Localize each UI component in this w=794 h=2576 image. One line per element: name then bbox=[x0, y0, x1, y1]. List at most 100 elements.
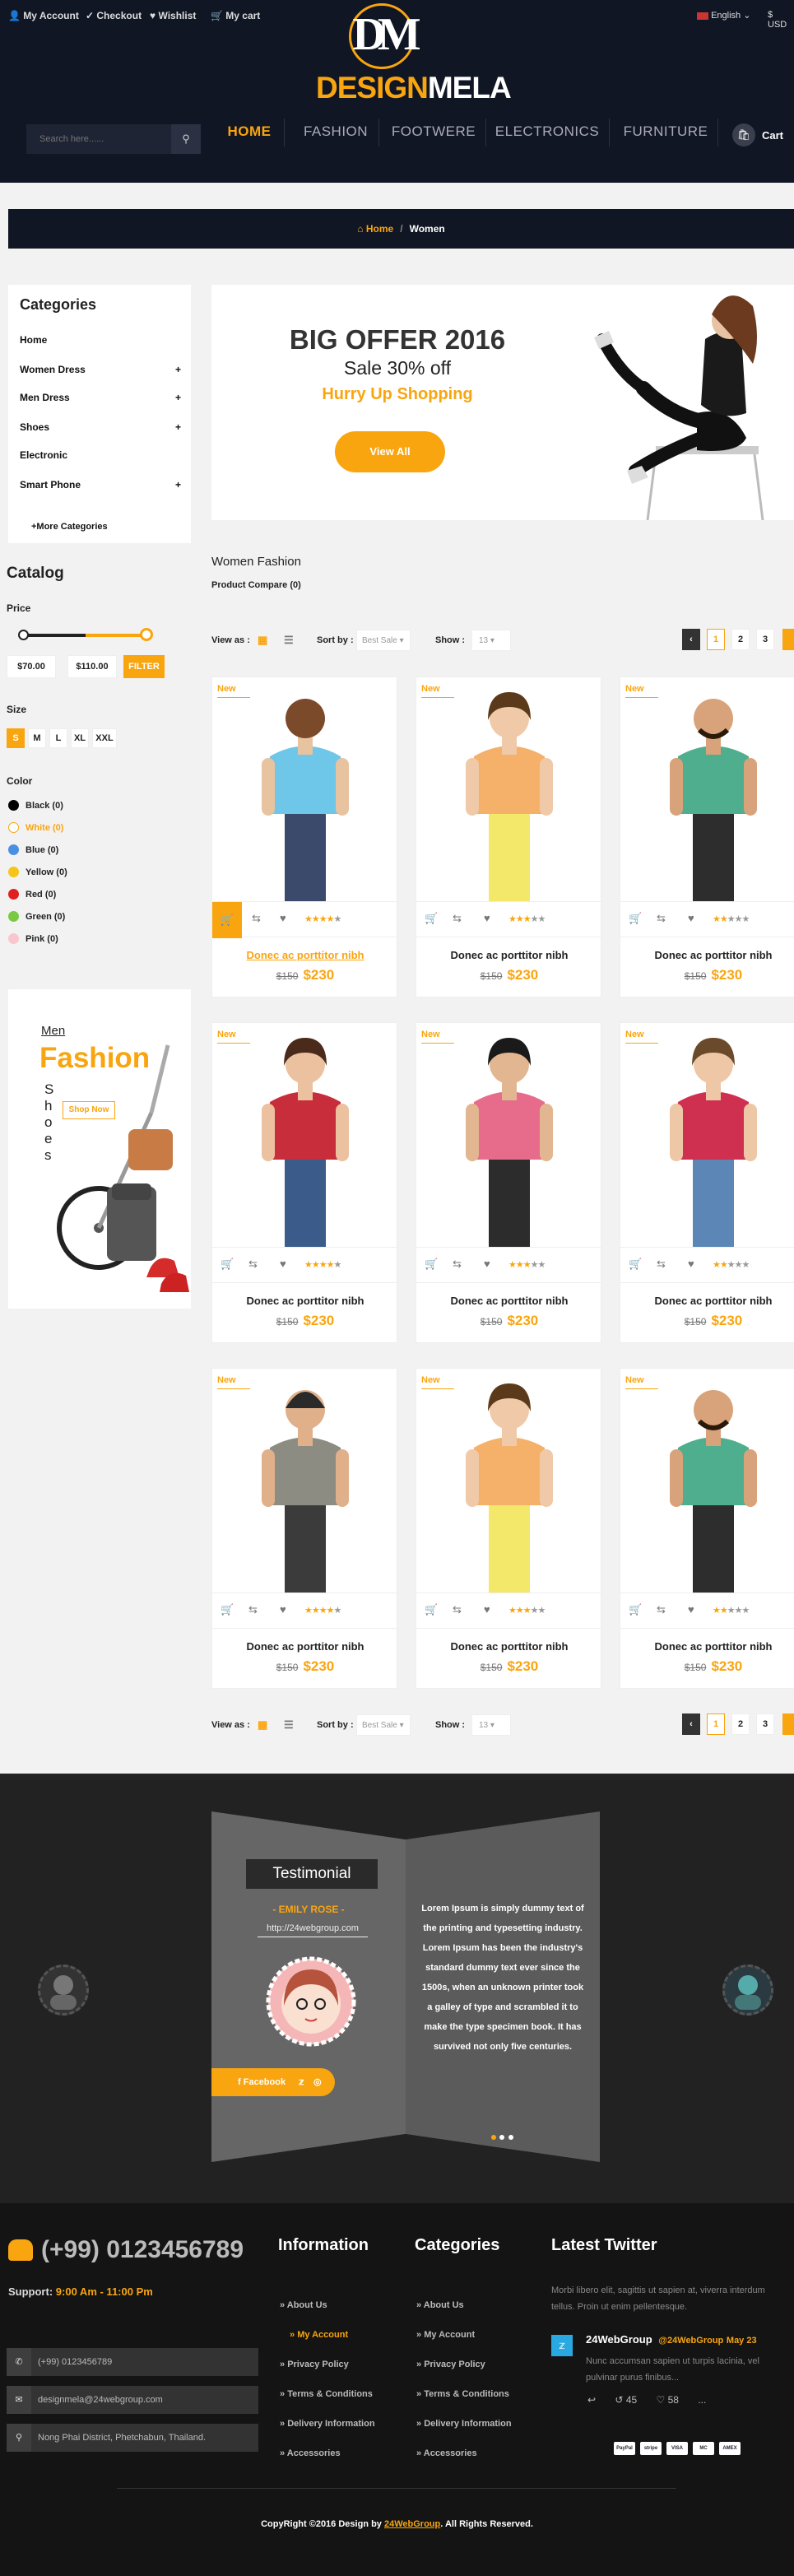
footer-link[interactable]: » Privacy Policy bbox=[416, 2360, 485, 2369]
product-image[interactable] bbox=[237, 1028, 374, 1247]
breadcrumb-home-link[interactable]: ⌂ Home bbox=[357, 223, 393, 235]
currency-select[interactable]: $ USD bbox=[768, 10, 794, 30]
copyright-brand-link[interactable]: 24WebGroup bbox=[384, 2519, 440, 2529]
list-view-icon[interactable]: ☰ bbox=[284, 1718, 294, 1732]
compare-button[interactable]: ⇆ bbox=[657, 1258, 666, 1271]
page-1-button[interactable]: 1 bbox=[707, 1713, 725, 1735]
nav-item-footwere[interactable]: FOOTWERE bbox=[380, 123, 487, 140]
product-name[interactable]: Donec ac porttitor nibh bbox=[212, 949, 398, 961]
footer-link[interactable]: » My Account bbox=[416, 2330, 475, 2340]
next-page-button[interactable] bbox=[782, 1713, 794, 1735]
add-to-cart-button[interactable]: 🛒 bbox=[629, 912, 642, 925]
nav-item-furniture[interactable]: FURNITURE bbox=[612, 123, 719, 140]
footer-link[interactable]: » About Us bbox=[416, 2300, 464, 2310]
footer-link[interactable]: » Terms & Conditions bbox=[280, 2389, 373, 2399]
expand-plus-icon[interactable]: + bbox=[175, 392, 181, 403]
twitter-icon[interactable]: 𝕫 bbox=[299, 2076, 304, 2087]
color-option[interactable]: Pink (0) bbox=[8, 933, 58, 944]
product-name[interactable]: Donec ac porttitor nibh bbox=[620, 949, 794, 961]
product-card[interactable]: New 🛒 ⇆ ♥ ★★★★★ Donec ac porttitor nibh $150 $2… bbox=[620, 1368, 794, 1689]
page-3-button[interactable]: 3 bbox=[756, 1713, 774, 1735]
tweet-user[interactable]: 24WebGroup bbox=[586, 2333, 652, 2346]
testimonial-url[interactable]: http://24webgroup.com bbox=[258, 1923, 368, 1937]
footer-link[interactable]: » Delivery Information bbox=[416, 2419, 512, 2429]
category-item[interactable]: Smart Phone + bbox=[20, 479, 181, 491]
pager-dot[interactable] bbox=[499, 2135, 505, 2140]
product-image[interactable] bbox=[645, 1028, 782, 1247]
product-card[interactable]: New 🛒 ⇆ ♥ ★★★★★ Donec ac porttitor nibh $150 $2… bbox=[416, 1368, 602, 1689]
wishlist-button[interactable]: ♥ bbox=[484, 1258, 490, 1270]
product-card[interactable]: New 🛒 ⇆ ♥ ★★★★★ Donec ac porttitor nibh $150 $2… bbox=[620, 1022, 794, 1343]
footer-link[interactable]: » Accessories bbox=[416, 2448, 477, 2458]
facebook-link[interactable]: f Facebook bbox=[238, 2077, 286, 2087]
prev-page-button[interactable]: ‹ bbox=[682, 1713, 700, 1735]
list-view-icon[interactable]: ☰ bbox=[284, 634, 294, 647]
prev-page-button[interactable]: ‹ bbox=[682, 629, 700, 650]
footer-link[interactable]: » About Us bbox=[280, 2300, 327, 2310]
my-cart-link[interactable]: 🛒 My cart bbox=[211, 10, 260, 21]
add-to-cart-button[interactable]: 🛒 bbox=[629, 1603, 642, 1616]
product-name[interactable]: Donec ac porttitor nibh bbox=[416, 1640, 602, 1653]
category-item[interactable]: Men Dress + bbox=[20, 392, 181, 403]
instagram-icon[interactable]: ◎ bbox=[313, 2076, 322, 2087]
expand-plus-icon[interactable]: + bbox=[175, 479, 181, 491]
color-option[interactable]: Yellow (0) bbox=[8, 867, 67, 877]
category-item[interactable]: Shoes + bbox=[20, 421, 181, 433]
size-option[interactable]: L bbox=[49, 728, 67, 748]
price-min-field[interactable]: $70.00 bbox=[7, 655, 56, 678]
compare-button[interactable]: ⇆ bbox=[657, 912, 666, 925]
product-image[interactable] bbox=[441, 1374, 578, 1593]
footer-link[interactable]: » Terms & Conditions bbox=[416, 2389, 509, 2399]
page-2-button[interactable]: 2 bbox=[731, 629, 750, 650]
product-name[interactable]: Donec ac porttitor nibh bbox=[620, 1640, 794, 1653]
product-card[interactable]: New 🛒 ⇆ ♥ ★★★★★ Donec ac porttitor nibh $150 $2… bbox=[211, 1368, 398, 1689]
compare-button[interactable]: ⇆ bbox=[453, 912, 462, 925]
grid-view-icon[interactable]: ▦ bbox=[258, 1718, 267, 1732]
category-item[interactable]: Home bbox=[20, 334, 181, 346]
add-to-cart-button[interactable]: 🛒 bbox=[212, 902, 242, 938]
category-item[interactable]: Electronic bbox=[20, 449, 181, 461]
wishlist-button[interactable]: ♥ bbox=[280, 912, 286, 924]
header-cart-button[interactable]: 🛍 Cart bbox=[732, 123, 794, 148]
size-option[interactable]: XXL bbox=[92, 728, 117, 748]
compare-button[interactable]: ⇆ bbox=[657, 1603, 666, 1616]
product-name[interactable]: Donec ac porttitor nibh bbox=[416, 1295, 602, 1307]
contact-email[interactable]: designmela@24webgroup.com bbox=[38, 2395, 163, 2405]
reply-icon[interactable]: ↩ bbox=[587, 2394, 596, 2406]
add-to-cart-button[interactable]: 🛒 bbox=[221, 1603, 234, 1616]
next-page-button[interactable] bbox=[782, 629, 794, 650]
checkout-link[interactable]: ✓ Checkout bbox=[86, 10, 142, 21]
show-select[interactable]: 13 ▾ bbox=[471, 630, 511, 651]
expand-plus-icon[interactable]: + bbox=[175, 421, 181, 433]
product-image[interactable] bbox=[441, 682, 578, 901]
tweet-more[interactable]: ... bbox=[698, 2394, 706, 2406]
add-to-cart-button[interactable]: 🛒 bbox=[221, 1258, 234, 1271]
wishlist-button[interactable]: ♥ bbox=[484, 912, 490, 924]
footer-link[interactable]: » Privacy Policy bbox=[280, 2360, 349, 2369]
color-option[interactable]: Green (0) bbox=[8, 911, 65, 922]
product-compare-link[interactable]: Product Compare (0) bbox=[211, 580, 301, 590]
product-card[interactable]: New 🛒 ⇆ ♥ ★★★★★ Donec ac porttitor nibh $150 $2… bbox=[211, 677, 398, 997]
sort-select[interactable]: Best Sale ▾ bbox=[356, 630, 411, 651]
filter-button[interactable]: FILTER bbox=[123, 655, 165, 678]
nav-item-electronics[interactable]: ELECTRONICS bbox=[494, 123, 601, 140]
wishlist-button[interactable]: ♥ bbox=[280, 1258, 286, 1270]
language-select[interactable]: English ⌄ bbox=[697, 10, 750, 21]
expand-plus-icon[interactable]: + bbox=[175, 364, 181, 375]
price-max-handle[interactable] bbox=[140, 628, 153, 641]
side-fashion-banner[interactable]: Men Fashion Shoes Shop Now bbox=[8, 989, 191, 1309]
category-item[interactable]: Women Dress + bbox=[20, 364, 181, 375]
retweet-icon[interactable]: ↺ bbox=[615, 2394, 623, 2406]
wishlist-button[interactable]: ♥ bbox=[484, 1603, 490, 1616]
page-1-button[interactable]: 1 bbox=[707, 629, 725, 650]
footer-link[interactable]: » Delivery Information bbox=[280, 2419, 375, 2429]
product-card[interactable]: New 🛒 ⇆ ♥ ★★★★★ Donec ac porttitor nibh $150 $2… bbox=[416, 1022, 602, 1343]
page-2-button[interactable]: 2 bbox=[731, 1713, 750, 1735]
show-select[interactable]: 13 ▾ bbox=[471, 1714, 511, 1736]
page-3-button[interactable]: 3 bbox=[756, 629, 774, 650]
tweet-handle[interactable]: @24WebGroup bbox=[658, 2336, 723, 2346]
footer-link[interactable]: » My Account bbox=[290, 2330, 348, 2340]
size-option[interactable]: S bbox=[7, 728, 25, 748]
add-to-cart-button[interactable]: 🛒 bbox=[629, 1258, 642, 1271]
product-card[interactable]: New 🛒 ⇆ ♥ ★★★★★ Donec ac porttitor nibh $150 $2… bbox=[211, 1022, 398, 1343]
